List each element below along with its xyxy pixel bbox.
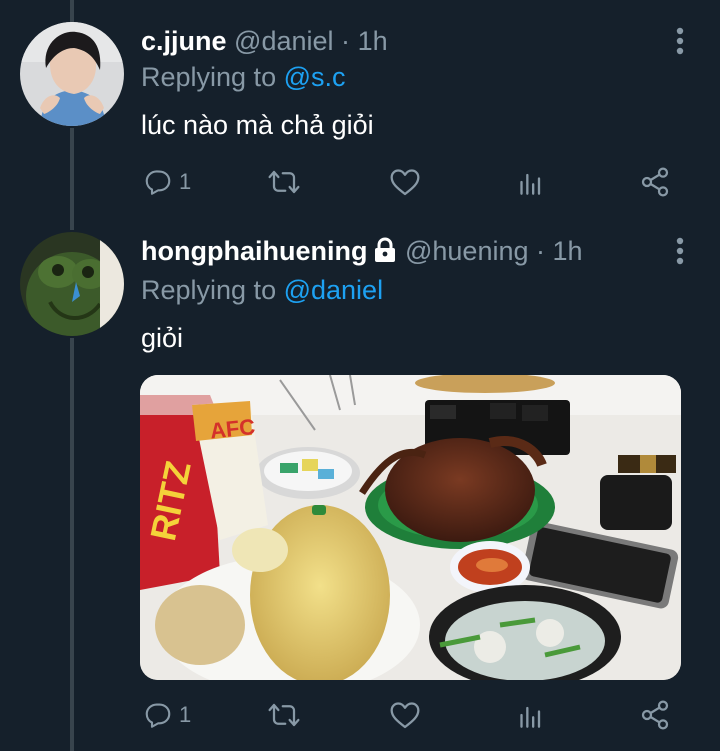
tweet-actions: 1	[141, 162, 681, 202]
heart-icon	[390, 702, 420, 729]
retweet-icon	[268, 170, 300, 194]
reply-count: 1	[179, 169, 192, 194]
retweet-button[interactable]	[267, 162, 301, 202]
afc-box-label: AFC	[209, 414, 257, 444]
share-button[interactable]	[639, 695, 671, 735]
tweet-time[interactable]: 1h	[358, 26, 388, 56]
reply-icon	[145, 703, 171, 728]
lock-icon	[373, 237, 397, 271]
retweet-button[interactable]	[267, 695, 301, 735]
reply-button[interactable]: 1	[143, 162, 191, 202]
replying-to-label: Replying to	[141, 62, 284, 92]
tweet-text: giỏi	[141, 323, 184, 353]
like-button[interactable]	[389, 162, 421, 202]
analytics-icon	[520, 706, 541, 728]
like-button[interactable]	[389, 695, 421, 735]
share-button[interactable]	[639, 162, 671, 202]
user-handle: @daniel	[234, 26, 334, 56]
tweet-time[interactable]: 1h	[553, 236, 583, 266]
analytics-button[interactable]	[518, 695, 546, 735]
tweet-1[interactable]: c.jjune @daniel · 1h Replying to @s.c lú…	[0, 0, 720, 220]
replying-to-label: Replying to	[141, 275, 284, 305]
heart-icon	[390, 169, 420, 196]
tweet-photo[interactable]: RITZ AFC	[140, 375, 681, 680]
tweet-actions: 1	[141, 695, 681, 735]
share-icon	[641, 700, 669, 730]
reply-count: 1	[179, 702, 192, 727]
separator-dot: ·	[341, 26, 351, 56]
avatar[interactable]	[20, 22, 124, 126]
user-handle: @huening	[404, 236, 529, 266]
reply-icon	[145, 170, 171, 195]
analytics-icon	[520, 173, 541, 195]
analytics-button[interactable]	[518, 162, 546, 202]
replying-to-link[interactable]: @s.c	[284, 62, 346, 92]
reply-button[interactable]: 1	[143, 695, 191, 735]
display-name[interactable]: c.jjune	[141, 26, 227, 56]
display-name[interactable]: hongphaihuening	[141, 236, 367, 266]
avatar[interactable]	[20, 232, 124, 336]
retweet-icon	[268, 703, 300, 727]
share-icon	[641, 167, 669, 197]
more-vertical-icon[interactable]	[676, 237, 684, 267]
replying-to-link[interactable]: @daniel	[284, 275, 383, 305]
tweet-text: lúc nào mà chả giỏi	[141, 110, 374, 140]
more-vertical-icon[interactable]	[676, 27, 684, 57]
separator-dot: ·	[536, 236, 546, 266]
